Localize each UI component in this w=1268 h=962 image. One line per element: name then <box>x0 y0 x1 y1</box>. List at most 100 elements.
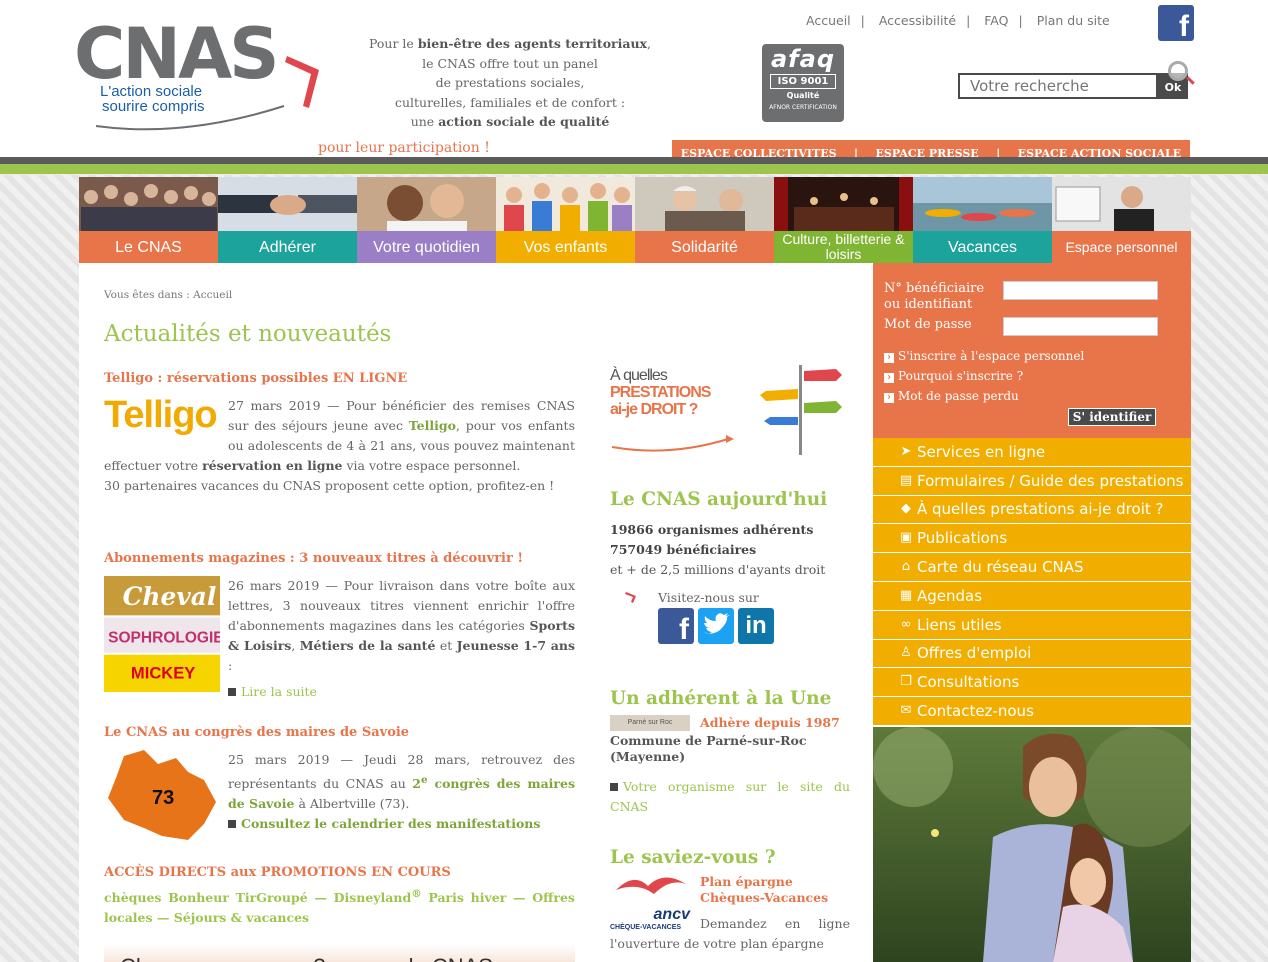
calendar-icon: ▦ <box>899 587 913 603</box>
map-icon: ⌂ <box>901 559 911 575</box>
nav-votre-quotidien[interactable]: Votre quotidien <box>357 177 496 263</box>
bullet-icon <box>228 820 236 829</box>
menu-item[interactable]: ∞ Liens utiles <box>873 610 1191 640</box>
promo-sep: — <box>506 890 533 906</box>
search-input[interactable] <box>958 73 1158 99</box>
menu-item-label: Contactez-nous <box>917 702 1034 721</box>
news-text: à Albertville (73). <box>294 796 410 812</box>
header-grey-band <box>0 157 1268 164</box>
read-more-link[interactable]: Lire la suite <box>241 684 317 699</box>
intro-text-part: de prestations sociales, <box>435 75 585 90</box>
afaq-iso: ISO 9001 <box>770 74 836 89</box>
menu-item[interactable]: ◆ À quelles prestations ai-je droit ? <box>873 495 1191 525</box>
page-title: Actualités et nouveautés <box>104 321 392 347</box>
promo-banner-text: Cheques vacances ? ... avec le CNAS <box>104 944 575 962</box>
stat-organismes: 19866 organismes adhérents <box>610 522 814 537</box>
nav-le-cnas[interactable]: Le CNAS <box>79 177 218 263</box>
facebook-icon[interactable]: f <box>1158 5 1194 43</box>
lost-password-link[interactable]: Mot de passe perdu <box>884 386 1084 406</box>
news-strong: Jeunesse 1-7 ans <box>456 638 576 653</box>
intro-cta: pour leur participation ! <box>318 140 490 156</box>
bullet-icon <box>228 688 236 696</box>
cnas-stats: 19866 organismes adhérents 757049 bénéfi… <box>610 520 850 580</box>
calendar-link[interactable]: Consultez le calendrier des manifestatio… <box>241 816 540 831</box>
news-body: 73 25 mars 2019 — Jeudi 28 mars, retrouv… <box>104 750 575 840</box>
top-link-accessibilite[interactable]: Accessibilité <box>879 13 956 28</box>
separator: | <box>860 13 865 28</box>
plan-epargne-link[interactable]: Plan épargne Chèques-Vacances <box>700 874 850 906</box>
why-register-link[interactable]: Pourquoi s'inscrire ? <box>884 366 1084 386</box>
adherent-since: Adhère depuis 1987 <box>700 715 840 730</box>
menu-item-label: Formulaires / Guide des prestations <box>917 471 1184 490</box>
nav-label: Votre quotidien <box>357 231 496 263</box>
saviez-vous-title: Le saviez-vous ? <box>610 847 776 868</box>
intro-text-part: , <box>647 36 651 51</box>
news-title[interactable]: Abonnements magazines : 3 nouveaux titre… <box>104 551 575 566</box>
twitter-icon[interactable] <box>698 608 734 644</box>
bullet-icon <box>610 783 618 791</box>
nav-culture[interactable]: Culture, billetterie & loisirs <box>774 177 913 263</box>
header-green-band <box>0 164 1268 174</box>
top-link-plan-du-site[interactable]: Plan du site <box>1037 13 1110 28</box>
menu-item[interactable]: ✉ Contactez-nous <box>873 697 1191 726</box>
intro-text-part: culturelles, familiales et de confort : <box>394 94 626 110</box>
menu-item[interactable]: ❐ Consultations <box>873 668 1191 698</box>
signpost-icon <box>611 365 842 455</box>
nav-vos-enfants[interactable]: Vos enfants <box>496 177 635 263</box>
nav-vacances[interactable]: Vacances <box>913 177 1052 263</box>
stat-ayants-droit: et + de 2,5 millions d'ayants droit <box>610 562 826 577</box>
intro-text-part: Pour le <box>369 36 418 51</box>
nav-photo-seniors <box>635 177 774 231</box>
menu-item[interactable]: ➤ Services en ligne <box>873 438 1191 467</box>
promo-link[interactable]: Disneyland <box>334 890 412 905</box>
news-text: , <box>291 638 300 653</box>
login-id-input[interactable] <box>1003 281 1158 300</box>
congres-link-sup: e <box>420 774 428 786</box>
town-sign-image: Parné sur Roc <box>610 715 690 731</box>
telligo-link[interactable]: Telligo <box>409 418 456 433</box>
intro-strong: bien-être des agents territoriaux <box>417 36 648 51</box>
intro-text: Pour le bien-être des agents territoriau… <box>350 34 670 132</box>
menu-item-label: Offres d'emploi <box>917 644 1032 663</box>
promo-banner[interactable]: Cheques vacances ? ... avec le CNAS <box>104 944 575 962</box>
menu-item[interactable]: ▤ Formulaires / Guide des prestations <box>873 466 1191 496</box>
top-link-faq[interactable]: FAQ <box>984 13 1008 28</box>
prestations-banner[interactable]: À quelles PRESTATIONS ai-je DROIT ? <box>610 361 850 461</box>
adherent-une-title: Un adhérent à la Une <box>610 688 832 709</box>
intro-line: une action sociale de qualité <box>350 112 670 132</box>
nav-espace-personnel[interactable]: Espace personnel <box>1052 177 1191 263</box>
menu-item[interactable]: ▣ Publications <box>873 524 1191 554</box>
girls-photo <box>873 727 1191 962</box>
nav-solidarite[interactable]: Solidarité <box>635 177 774 263</box>
top-link-accueil[interactable]: Accueil <box>806 13 851 28</box>
news-item: Telligo : réservations possibles EN LIGN… <box>104 371 575 551</box>
boomerang-small-icon <box>625 592 636 603</box>
facebook-icon[interactable]: f <box>658 608 694 646</box>
organisme-link[interactable]: Votre organisme sur le site du CNAS <box>610 779 850 814</box>
menu-item[interactable]: ⌂ Carte du réseau CNAS <box>873 553 1191 582</box>
promo-link[interactable]: Paris hiver <box>428 890 506 905</box>
password-input[interactable] <box>1003 317 1158 336</box>
nav-adherer[interactable]: Adhérer <box>218 177 357 263</box>
linkedin-icon[interactable]: in <box>738 608 774 644</box>
stat-beneficiaires: 757049 bénéficiaires <box>610 542 757 557</box>
intro-line: Pour le bien-être des agents territoriau… <box>350 34 670 54</box>
news-title[interactable]: Telligo : réservations possibles EN LIGN… <box>104 371 575 386</box>
register-link[interactable]: S'inscrire à l'espace personnel <box>884 346 1084 366</box>
news-title[interactable]: Le CNAS au congrès des maires de Savoie <box>104 725 575 740</box>
promo-link[interactable]: chèques Bonheur TirGroupé <box>104 890 308 905</box>
cnas-logo[interactable]: CNAS L'action sociale sourire compris <box>74 18 324 133</box>
login-button[interactable]: S' identifier <box>1068 408 1156 426</box>
menu-item[interactable]: ▦ Agendas <box>873 581 1191 611</box>
mag-label-mickey: MICKEY <box>131 664 195 683</box>
menu-item-label: Liens utiles <box>917 615 1002 634</box>
top-links: Accueil | Accessibilité | FAQ | Plan du sit… <box>806 13 1110 28</box>
news-strong: Métiers de la santé <box>299 638 436 653</box>
menu-item[interactable]: ♙ Offres d'emploi <box>873 639 1191 669</box>
person-icon: ♙ <box>900 645 912 661</box>
intro-text-part: une <box>410 114 439 129</box>
news-strong: réservation en ligne <box>202 458 343 473</box>
intro-line: de prestations sociales, <box>350 73 670 93</box>
promo-link[interactable]: Séjours & vacances <box>174 910 309 925</box>
menu-item-label: Carte du réseau CNAS <box>917 558 1084 577</box>
